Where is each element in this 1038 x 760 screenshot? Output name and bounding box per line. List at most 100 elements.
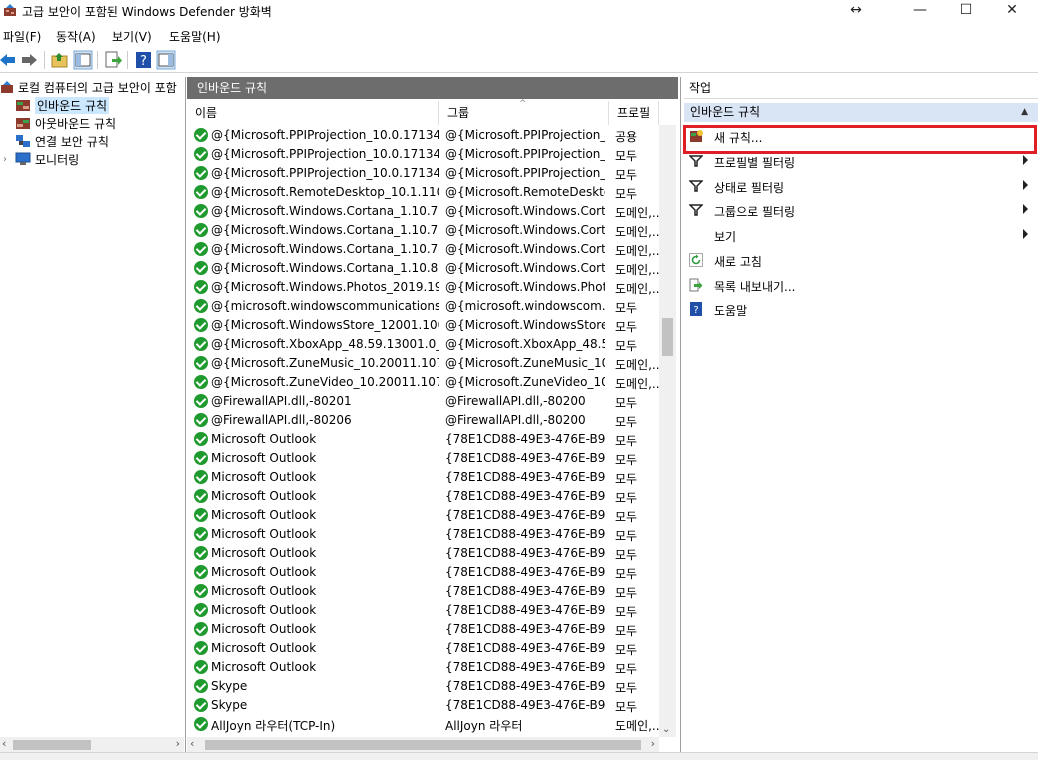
rule-name-cell: @{microsoft.windowscommunicationsa... bbox=[211, 299, 439, 313]
collapse-up-icon[interactable]: ▲ bbox=[1021, 103, 1028, 122]
action-export-list[interactable]: 목록 내보내기... bbox=[684, 275, 1038, 295]
action-label: 새로 고침 bbox=[714, 255, 762, 269]
table-row[interactable]: @{Microsoft.XboxApp_48.59.13001.0_x... @{… bbox=[187, 335, 659, 354]
show-hide-tree-icon[interactable] bbox=[73, 50, 93, 70]
scroll-right-icon[interactable]: › bbox=[651, 737, 655, 750]
table-row[interactable]: @{Microsoft.Windows.Cortana_1.10.7.1... @… bbox=[187, 202, 659, 221]
rule-profile-cell: 모두 bbox=[615, 339, 638, 353]
rule-profile-cell: 모두 bbox=[615, 681, 638, 695]
table-row[interactable]: Microsoft Outlook {78E1CD88-49E3-476E-B9.… bbox=[187, 658, 659, 677]
table-row[interactable]: @{Microsoft.ZuneVideo_10.20011.1071... @{… bbox=[187, 373, 659, 392]
menu-file[interactable]: 파일(F) bbox=[3, 28, 41, 45]
scroll-thumb[interactable] bbox=[13, 740, 91, 750]
table-row[interactable]: @{Microsoft.Windows.Cortana_1.10.8.1... @… bbox=[187, 259, 659, 278]
rule-name-cell: @{Microsoft.Windows.Cortana_1.10.7.1... bbox=[211, 204, 439, 218]
column-header-profile[interactable]: 프로필 bbox=[609, 101, 659, 125]
rule-name-cell: Microsoft Outlook bbox=[211, 470, 317, 484]
table-row[interactable]: Microsoft Outlook {78E1CD88-49E3-476E-B9.… bbox=[187, 430, 659, 449]
menu-view[interactable]: 보기(V) bbox=[112, 28, 152, 45]
maximize-button[interactable]: ☐ bbox=[943, 0, 989, 22]
table-row[interactable]: Microsoft Outlook {78E1CD88-49E3-476E-B9.… bbox=[187, 468, 659, 487]
table-row[interactable]: @{microsoft.windowscommunicationsa... @{m… bbox=[187, 297, 659, 316]
rules-vertical-scrollbar[interactable]: ⌄ bbox=[659, 125, 676, 737]
action-filter-by-profile[interactable]: 프로필별 필터링 bbox=[684, 151, 1038, 171]
table-row[interactable]: Microsoft Outlook {78E1CD88-49E3-476E-B9.… bbox=[187, 639, 659, 658]
rule-profile-cell: 모두 bbox=[615, 491, 638, 505]
back-icon[interactable] bbox=[0, 50, 18, 70]
table-row[interactable]: Microsoft Outlook {78E1CD88-49E3-476E-B9.… bbox=[187, 449, 659, 468]
navigation-tree: 로컬 컴퓨터의 고급 보안이 포함 인바운드 규칙 아웃바운드 규칙 연결 보안… bbox=[0, 77, 184, 737]
table-row[interactable]: AllJoyn 라우터(TCP-In) AllJoyn 라우터 도메인,... bbox=[187, 715, 659, 734]
rule-profile-cell: 도메인,... bbox=[615, 225, 659, 239]
sort-ascending-icon: ^ bbox=[519, 99, 527, 109]
table-row[interactable]: @{Microsoft.RemoteDesktop_10.1.1107... @{… bbox=[187, 183, 659, 202]
scroll-thumb[interactable] bbox=[662, 318, 673, 356]
rule-profile-cell: 모두 bbox=[615, 700, 638, 714]
pane-divider[interactable] bbox=[185, 77, 186, 752]
rule-group-cell: {78E1CD88-49E3-476E-B9... bbox=[445, 546, 605, 560]
action-help[interactable]: ? 도움말 bbox=[684, 299, 1038, 319]
rule-profile-cell: 모두 bbox=[615, 662, 638, 676]
up-folder-icon[interactable] bbox=[50, 50, 70, 70]
pane-divider[interactable] bbox=[680, 77, 681, 752]
close-button[interactable]: ✕ bbox=[989, 0, 1035, 22]
table-row[interactable]: Microsoft Outlook {78E1CD88-49E3-476E-B9.… bbox=[187, 582, 659, 601]
firewall-icon bbox=[1, 81, 13, 93]
menu-action[interactable]: 동작(A) bbox=[56, 28, 96, 45]
table-row[interactable]: Microsoft Outlook {78E1CD88-49E3-476E-B9.… bbox=[187, 563, 659, 582]
tree-horizontal-scrollbar[interactable]: ‹ › bbox=[0, 737, 184, 753]
actions-section-inbound-rules[interactable]: 인바운드 규칙 ▲ bbox=[684, 103, 1038, 122]
rule-group-cell: @FirewallAPI.dll,-80200 bbox=[445, 394, 586, 408]
tree-item-outbound-rules[interactable]: 아웃바운드 규칙 bbox=[15, 114, 116, 132]
rule-name-cell: @{Microsoft.WindowsStore_12001.100... bbox=[211, 318, 439, 332]
scroll-left-icon[interactable]: ‹ bbox=[190, 737, 194, 750]
table-row[interactable]: Microsoft Outlook {78E1CD88-49E3-476E-B9.… bbox=[187, 506, 659, 525]
table-row[interactable]: Microsoft Outlook {78E1CD88-49E3-476E-B9.… bbox=[187, 601, 659, 620]
table-row[interactable]: @{Microsoft.Windows.Photos_2019.190... @{… bbox=[187, 278, 659, 297]
details-pane-icon[interactable] bbox=[156, 50, 176, 70]
table-row[interactable]: @{Microsoft.PPIProjection_10.0.17134....… bbox=[187, 145, 659, 164]
rule-name-cell: @{Microsoft.PPIProjection_10.0.17134.... bbox=[211, 166, 439, 180]
action-refresh[interactable]: 새로 고침 bbox=[684, 250, 1038, 270]
export-icon[interactable] bbox=[103, 50, 123, 70]
scroll-thumb[interactable] bbox=[205, 740, 641, 750]
table-row[interactable]: Skype {78E1CD88-49E3-476E-B9... 모두 bbox=[187, 677, 659, 696]
scroll-down-icon[interactable]: ⌄ bbox=[662, 724, 670, 735]
table-row[interactable]: @{Microsoft.Windows.Cortana_1.10.7.1... @… bbox=[187, 221, 659, 240]
column-header-name[interactable]: 이름 bbox=[187, 101, 439, 125]
rule-group-cell: {78E1CD88-49E3-476E-B9... bbox=[445, 698, 605, 712]
rule-group-cell: {78E1CD88-49E3-476E-B9... bbox=[445, 470, 605, 484]
table-row[interactable]: @{Microsoft.ZuneMusic_10.20011.1071... @{… bbox=[187, 354, 659, 373]
action-filter-by-group[interactable]: 그룹으로 필터링 bbox=[684, 200, 1038, 220]
tree-item-connection-security-rules[interactable]: 연결 보안 규칙 bbox=[15, 132, 109, 150]
table-row[interactable]: Skype {78E1CD88-49E3-476E-B9... 모두 bbox=[187, 696, 659, 715]
tree-item-inbound-rules[interactable]: 인바운드 규칙 bbox=[15, 96, 110, 114]
table-row[interactable]: @{Microsoft.PPIProjection_10.0.17134....… bbox=[187, 126, 659, 145]
enabled-check-icon bbox=[194, 489, 208, 503]
table-row[interactable]: @{Microsoft.PPIProjection_10.0.17134....… bbox=[187, 164, 659, 183]
action-filter-by-state[interactable]: 상태로 필터링 bbox=[684, 176, 1038, 196]
minimize-button[interactable]: — bbox=[897, 0, 943, 22]
table-row[interactable]: @{Microsoft.Windows.Cortana_1.10.7.1... @… bbox=[187, 240, 659, 259]
scroll-right-icon[interactable]: › bbox=[176, 737, 180, 750]
table-row[interactable]: Microsoft Outlook {78E1CD88-49E3-476E-B9.… bbox=[187, 544, 659, 563]
tree-root[interactable]: 로컬 컴퓨터의 고급 보안이 포함 bbox=[0, 78, 177, 96]
rule-group-cell: {78E1CD88-49E3-476E-B9... bbox=[445, 489, 605, 503]
table-row[interactable]: Microsoft Outlook {78E1CD88-49E3-476E-B9.… bbox=[187, 525, 659, 544]
help-icon[interactable]: ? bbox=[134, 50, 154, 70]
rule-profile-cell: 도메인,... bbox=[615, 358, 659, 372]
table-row[interactable]: @FirewallAPI.dll,-80206 @FirewallAPI.dll,… bbox=[187, 411, 659, 430]
enabled-check-icon bbox=[194, 622, 208, 636]
action-view[interactable]: 보기 bbox=[684, 225, 1038, 245]
table-row[interactable]: Microsoft Outlook {78E1CD88-49E3-476E-B9.… bbox=[187, 620, 659, 639]
table-row[interactable]: @FirewallAPI.dll,-80201 @FirewallAPI.dll,… bbox=[187, 392, 659, 411]
tree-item-monitoring[interactable]: › 모니터링 bbox=[3, 150, 79, 168]
menu-help[interactable]: 도움말(H) bbox=[169, 28, 221, 45]
table-row[interactable]: @{Microsoft.WindowsStore_12001.100... @{M… bbox=[187, 316, 659, 335]
rules-horizontal-scrollbar[interactable]: ‹ › bbox=[187, 737, 659, 753]
toolbar: ? bbox=[0, 47, 1038, 73]
chevron-right-icon[interactable]: › bbox=[3, 154, 15, 165]
table-row[interactable]: Microsoft Outlook {78E1CD88-49E3-476E-B9.… bbox=[187, 487, 659, 506]
forward-icon[interactable] bbox=[19, 50, 39, 70]
scroll-left-icon[interactable]: ‹ bbox=[2, 737, 6, 750]
